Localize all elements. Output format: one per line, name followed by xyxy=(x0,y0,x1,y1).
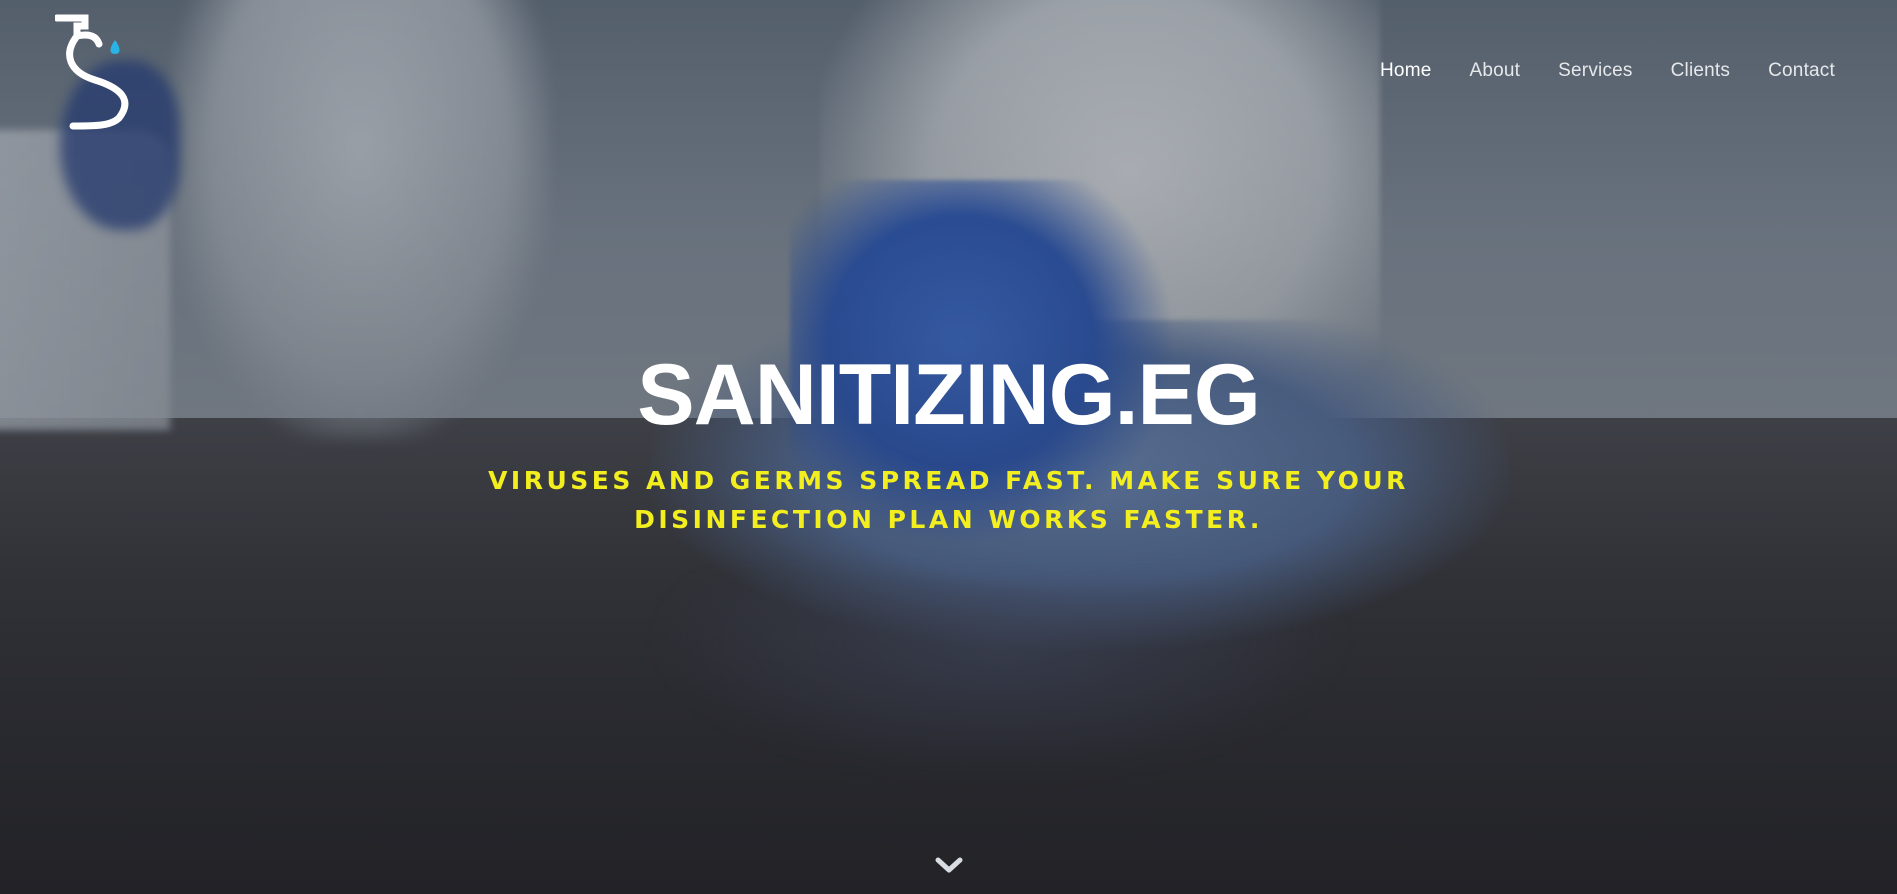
main-navigation: Home About Services Clients Contact xyxy=(1380,60,1835,82)
chevron-down-icon xyxy=(935,857,963,873)
nav-item-contact[interactable]: Contact xyxy=(1768,60,1835,82)
hero-section xyxy=(0,0,1897,894)
nav-item-clients[interactable]: Clients xyxy=(1671,60,1730,82)
site-logo[interactable] xyxy=(53,14,145,130)
hero-subtitle-line-1: VIRUSES AND GERMS SPREAD FAST. MAKE SURE… xyxy=(488,466,1409,495)
spray-bottle-s-logo-icon xyxy=(53,14,129,130)
nav-item-about[interactable]: About xyxy=(1470,60,1521,82)
hero-subtitle-line-2: DISINFECTION PLAN WORKS FASTER. xyxy=(634,505,1263,534)
hero-title: SANITIZING.EG xyxy=(637,347,1260,443)
nav-item-services[interactable]: Services xyxy=(1558,60,1632,82)
nav-item-home[interactable]: Home xyxy=(1380,60,1431,82)
hero-dark-overlay xyxy=(0,0,1897,894)
hero-subtitle: VIRUSES AND GERMS SPREAD FAST. MAKE SURE… xyxy=(460,461,1437,539)
scroll-down-button[interactable] xyxy=(934,854,964,876)
